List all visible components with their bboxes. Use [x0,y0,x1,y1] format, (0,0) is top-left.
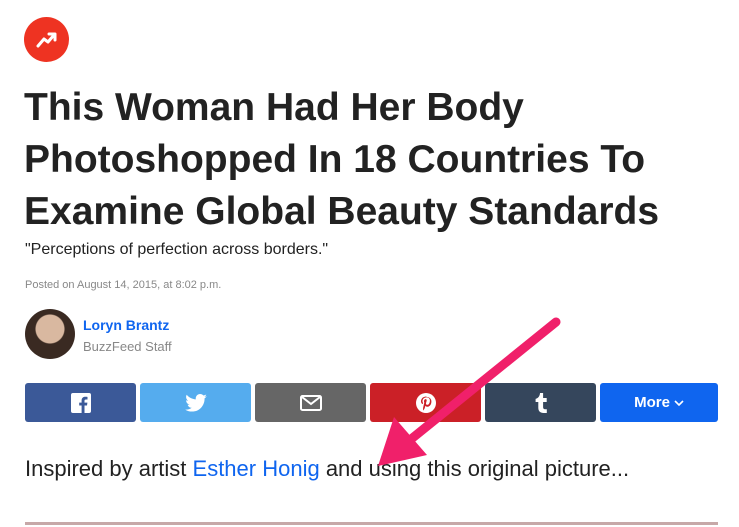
twitter-icon [184,393,207,412]
trending-arrow-icon [36,32,56,47]
image-top-border [25,522,718,525]
share-more-button[interactable]: More [600,383,718,422]
chevron-down-icon [674,399,684,406]
posted-timestamp: Posted on August 14, 2015, at 8:02 p.m. [25,279,222,291]
intro-text-before: Inspired by artist [25,456,193,481]
share-email-button[interactable] [255,383,366,422]
share-tumblr-button[interactable] [485,383,596,422]
article-dek: "Perceptions of perfection across border… [25,241,329,258]
intro-text-after: and using this original picture... [319,456,630,481]
facebook-icon [70,392,91,413]
author-role: BuzzFeed Staff [83,339,172,354]
arrow-annotation-icon [378,317,561,466]
author-name-link[interactable]: Loryn Brantz [83,317,169,333]
share-facebook-button[interactable] [25,383,136,422]
share-pinterest-button[interactable] [370,383,481,422]
article-headline: This Woman Had Her Body Photoshopped In … [24,86,660,233]
buzzfeed-logo[interactable] [24,17,69,62]
article-intro: Inspired by artist Esther Honig and usin… [25,453,685,484]
share-twitter-button[interactable] [140,383,251,422]
pinterest-icon [415,392,436,413]
more-label: More [634,394,670,411]
share-bar: More [25,383,718,422]
email-icon [299,394,322,411]
author-avatar[interactable] [25,309,75,359]
tumblr-icon [535,392,547,413]
esther-honig-link[interactable]: Esther Honig [193,456,320,481]
